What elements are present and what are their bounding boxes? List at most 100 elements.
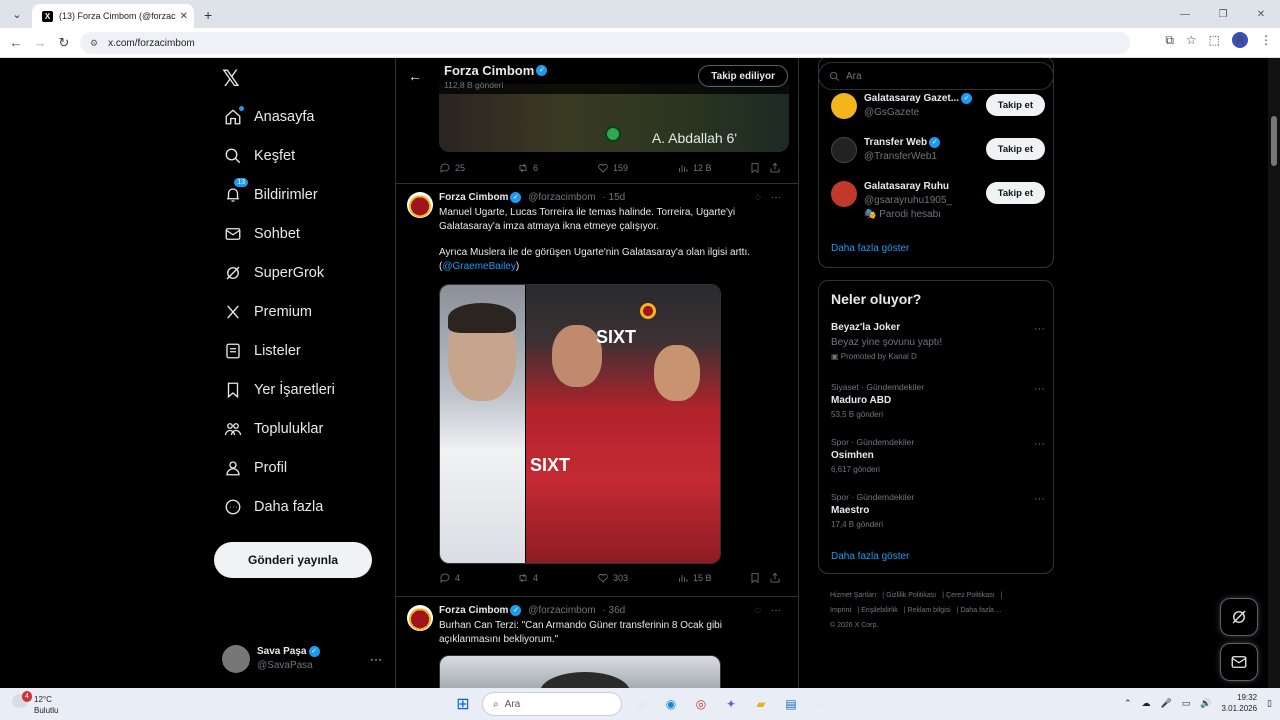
chrome-icon[interactable]: ◎ [690,693,712,715]
reply-button[interactable]: 25 [439,162,517,174]
footer-link[interactable]: Hizmet Şartları [830,592,876,599]
scrollbar-thumb[interactable] [1271,116,1277,166]
browser-tab[interactable]: X (13) Forza Cimbom (@forzacim ✕ [32,4,194,28]
file-explorer-icon[interactable]: ▰ [750,693,772,715]
nav-item-home[interactable]: Anasayfa [222,102,314,132]
like-button[interactable]: 159 [597,162,677,174]
minimize-button[interactable]: — [1166,0,1204,28]
weather-widget[interactable]: 4 12°C Bulutlu [10,691,80,716]
grok-fab-button[interactable] [1220,598,1258,636]
footer-link[interactable]: Daha fazla ... [960,607,1001,614]
footer-link[interactable]: Imprint [830,607,851,614]
tab-close-icon[interactable]: ✕ [180,11,188,22]
chevron-up-icon[interactable]: ⌃ [1124,698,1132,709]
cloud-icon[interactable]: ☁ [1142,698,1151,709]
tweet-media[interactable]: A. Abdallah 6' [439,84,789,152]
show-more-link[interactable]: Daha fazla göster [831,551,909,562]
edge-icon[interactable]: ◉ [660,693,682,715]
account-switcher[interactable]: Sava Paşa ✓ @SavaPasa ··· [222,644,382,674]
nav-item-bookmarks[interactable]: Yer İşaretleri [222,375,335,405]
bookmark-star-icon[interactable]: ☆ [1186,33,1197,47]
nav-item-supergrok[interactable]: SuperGrok [222,258,324,288]
nav-item-explore[interactable]: Keşfet [222,141,295,171]
like-button[interactable]: 303 [597,572,677,584]
browser-menu-icon[interactable]: ⋮ [1260,33,1272,47]
retweet-button[interactable]: 6 [517,162,597,174]
share-icon[interactable] [769,572,781,584]
more-icon[interactable]: ··· [1034,438,1045,450]
more-icon[interactable]: ··· [370,652,382,666]
avatar[interactable] [407,192,433,218]
tweet[interactable]: Forza Cimbom ✓ @forzacimbom · 36d ◌ ··· B… [396,597,798,688]
tweet-age[interactable]: 36d [609,605,626,616]
x-logo-icon[interactable]: 𝕏 [222,66,240,92]
bookmark-icon[interactable] [749,572,769,584]
retweet-button[interactable]: 4 [517,572,597,584]
store-icon[interactable]: ▤ [780,693,802,715]
tweet-photo[interactable] [439,655,721,688]
follow-suggestion[interactable]: Galatasaray Ruhu @gsarayruhu1905_ 🎭 Paro… [831,181,1045,225]
views-button[interactable]: 15 B [677,572,749,584]
tweet-age[interactable]: 15d [609,192,626,203]
follow-button[interactable]: Takip et [985,94,1045,116]
new-tab-button[interactable]: + [204,7,212,23]
follow-suggestion[interactable]: Transfer Web ✓ @TransferWeb1 Takip et [831,137,1045,177]
mention-link[interactable]: @GraemeBailey [442,261,516,272]
network-icon[interactable]: ▭ [1182,698,1191,709]
show-more-link[interactable]: Daha fazla göster [831,243,909,254]
bookmark-icon[interactable] [749,162,769,174]
install-app-icon[interactable]: ⧉ [1165,33,1174,48]
copilot-icon[interactable]: ✦ [720,693,742,715]
nav-item-more[interactable]: Daha fazla [222,492,323,522]
follow-button[interactable]: Takip et [985,138,1045,160]
address-bar[interactable]: ⚙ x.com/forzacimbom [80,32,1130,54]
nav-item-lists[interactable]: Listeler [222,336,301,366]
more-icon[interactable]: ··· [1034,493,1045,505]
back-arrow-icon[interactable]: ← [408,68,432,84]
views-button[interactable]: 12 B [677,162,749,174]
more-icon[interactable]: ··· [771,192,781,203]
forward-button[interactable]: → [28,35,52,50]
nav-item-profile[interactable]: Profil [222,453,287,483]
grok-icon[interactable]: ◌ [755,605,761,616]
share-icon[interactable] [769,162,781,174]
back-button[interactable]: ← [4,35,28,50]
nav-item-premium[interactable]: Premium [222,297,312,327]
task-view-icon[interactable]: ▣ [630,693,652,715]
following-button[interactable]: Takip ediliyor [698,65,788,87]
tweet-author[interactable]: Forza Cimbom [439,192,508,203]
reply-button[interactable]: 4 [439,572,517,584]
trend-item[interactable]: Beyaz'la Joker Beyaz yine şovunu yaptı! … [831,321,1045,363]
follow-button[interactable]: Takip et [985,182,1045,204]
page-scrollbar[interactable] [1268,58,1280,688]
tweet-handle[interactable]: @forzacimbom [528,192,595,203]
site-info-icon[interactable]: ⚙ [90,38,98,49]
tab-search-button[interactable]: ⌄ [6,4,28,24]
trend-item[interactable]: Spor · Gündemdekiler Osimhen 6,617 gönde… [831,436,1045,476]
footer-link[interactable]: Gizlilik Politikası [886,592,936,599]
windows-start-icon[interactable]: ⊞ [452,693,474,715]
trend-item[interactable]: Spor · Gündemdekiler Maestro 17,4 B gönd… [831,491,1045,531]
footer-link[interactable]: Çerez Politikası [946,592,995,599]
trend-item[interactable]: Siyaset · Gündemdekiler Maduro ABD 53,5 … [831,381,1045,421]
tweet[interactable]: Forza Cimbom ✓ @forzacimbom · 15d ◌ ··· M… [396,184,798,596]
nav-item-communities[interactable]: Topluluklar [222,414,323,444]
tweet-photo[interactable]: SIXT SIXT [439,284,721,564]
taskbar-search[interactable]: ⌕ Ara [482,692,622,716]
footer-link[interactable]: Erişilebilirlik [861,607,898,614]
close-window-button[interactable]: ✕ [1242,0,1280,28]
tweet-author[interactable]: Forza Cimbom [439,605,508,616]
search-input[interactable]: Ara [818,62,1054,90]
restore-button[interactable]: ❐ [1204,0,1242,28]
avatar[interactable] [407,605,433,631]
follow-suggestion[interactable]: Galatasaray Gazet... ✓ @GsGazete Takip et [831,93,1045,133]
app-icon[interactable]: ● [810,693,832,715]
nav-item-chat[interactable]: Sohbet [222,219,300,249]
volume-icon[interactable]: 🔊 [1200,698,1211,709]
more-icon[interactable]: ··· [771,605,781,616]
notifications-icon[interactable]: ▯ [1267,698,1272,709]
nav-item-notifications[interactable]: 13 Bildirimler [222,177,318,210]
more-icon[interactable]: ··· [1034,323,1045,335]
more-icon[interactable]: ··· [1034,383,1045,395]
clock[interactable]: 19:32 3.01.2026 [1221,692,1257,714]
